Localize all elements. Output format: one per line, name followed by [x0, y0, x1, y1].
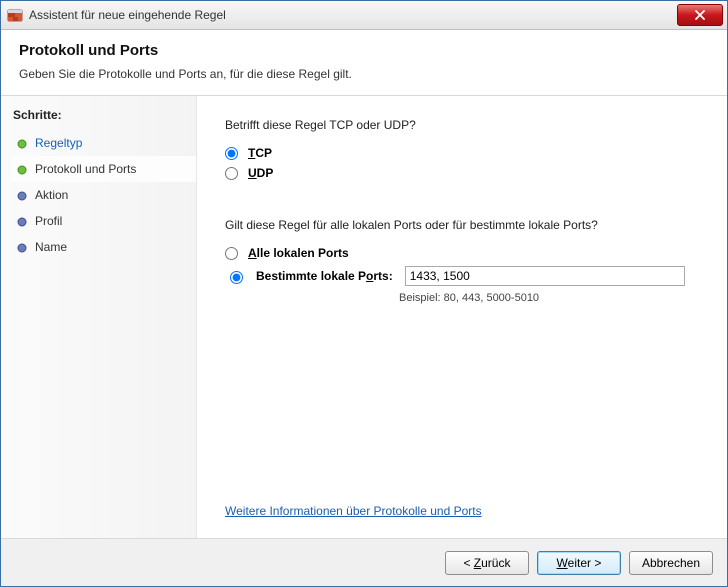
next-button[interactable]: Weiter >: [537, 551, 621, 575]
more-info-link[interactable]: Weitere Informationen über Protokolle un…: [225, 504, 482, 518]
radio-specific-ports-row: Bestimmte lokale Ports:: [225, 266, 699, 286]
step-label: Profil: [35, 214, 62, 228]
step-regeltyp[interactable]: Regeltyp: [11, 130, 196, 156]
wizard-body: Schritte: Regeltyp Protokoll und Ports A…: [1, 96, 727, 538]
step-label: Regeltyp: [35, 136, 82, 150]
radio-tcp-row: TCP: [225, 146, 699, 160]
step-bullet-icon: [17, 190, 27, 200]
window-title: Assistent für neue eingehende Regel: [29, 8, 226, 22]
page-title: Protokoll und Ports: [19, 42, 709, 59]
radio-tcp[interactable]: [225, 147, 238, 160]
step-bullet-icon: [17, 216, 27, 226]
back-button[interactable]: < Zurück: [445, 551, 529, 575]
radio-udp[interactable]: [225, 167, 238, 180]
wizard-footer: < Zurück Weiter > Abbrechen: [1, 538, 727, 586]
ports-question: Gilt diese Regel für alle lokalen Ports …: [225, 218, 699, 232]
protocol-question: Betrifft diese Regel TCP oder UDP?: [225, 118, 699, 132]
step-label: Protokoll und Ports: [35, 162, 136, 176]
close-icon: [695, 10, 705, 20]
step-protokoll-ports[interactable]: Protokoll und Ports: [11, 156, 196, 182]
wizard-main: Betrifft diese Regel TCP oder UDP? TCP U…: [197, 96, 727, 538]
ports-example: Beispiel: 80, 443, 5000-5010: [399, 292, 699, 304]
close-button[interactable]: [677, 4, 723, 26]
step-label: Name: [35, 240, 67, 254]
steps-heading: Schritte:: [11, 104, 196, 130]
radio-all-ports-label[interactable]: Alle lokalen Ports: [248, 246, 349, 260]
firewall-icon: [7, 7, 23, 23]
radio-all-ports[interactable]: [225, 247, 238, 260]
step-bullet-icon: [17, 164, 27, 174]
step-label: Aktion: [35, 188, 68, 202]
step-aktion[interactable]: Aktion: [11, 182, 196, 208]
radio-all-ports-row: Alle lokalen Ports: [225, 246, 699, 260]
radio-specific-ports[interactable]: [230, 271, 243, 284]
radio-udp-row: UDP: [225, 166, 699, 180]
steps-sidebar: Schritte: Regeltyp Protokoll und Ports A…: [1, 96, 197, 538]
step-name[interactable]: Name: [11, 234, 196, 260]
page-subtitle: Geben Sie die Protokolle und Ports an, f…: [19, 67, 709, 81]
radio-udp-label[interactable]: UDP: [248, 166, 273, 180]
step-bullet-icon: [17, 242, 27, 252]
ports-input[interactable]: [405, 266, 685, 286]
cancel-button[interactable]: Abbrechen: [629, 551, 713, 575]
titlebar: Assistent für neue eingehende Regel: [1, 1, 727, 30]
radio-specific-ports-label[interactable]: Bestimmte lokale Ports:: [256, 269, 393, 283]
wizard-window: Assistent für neue eingehende Regel Prot…: [0, 0, 728, 587]
step-profil[interactable]: Profil: [11, 208, 196, 234]
radio-tcp-label[interactable]: TCP: [248, 146, 272, 160]
wizard-header: Protokoll und Ports Geben Sie die Protok…: [1, 30, 727, 96]
step-bullet-icon: [17, 138, 27, 148]
